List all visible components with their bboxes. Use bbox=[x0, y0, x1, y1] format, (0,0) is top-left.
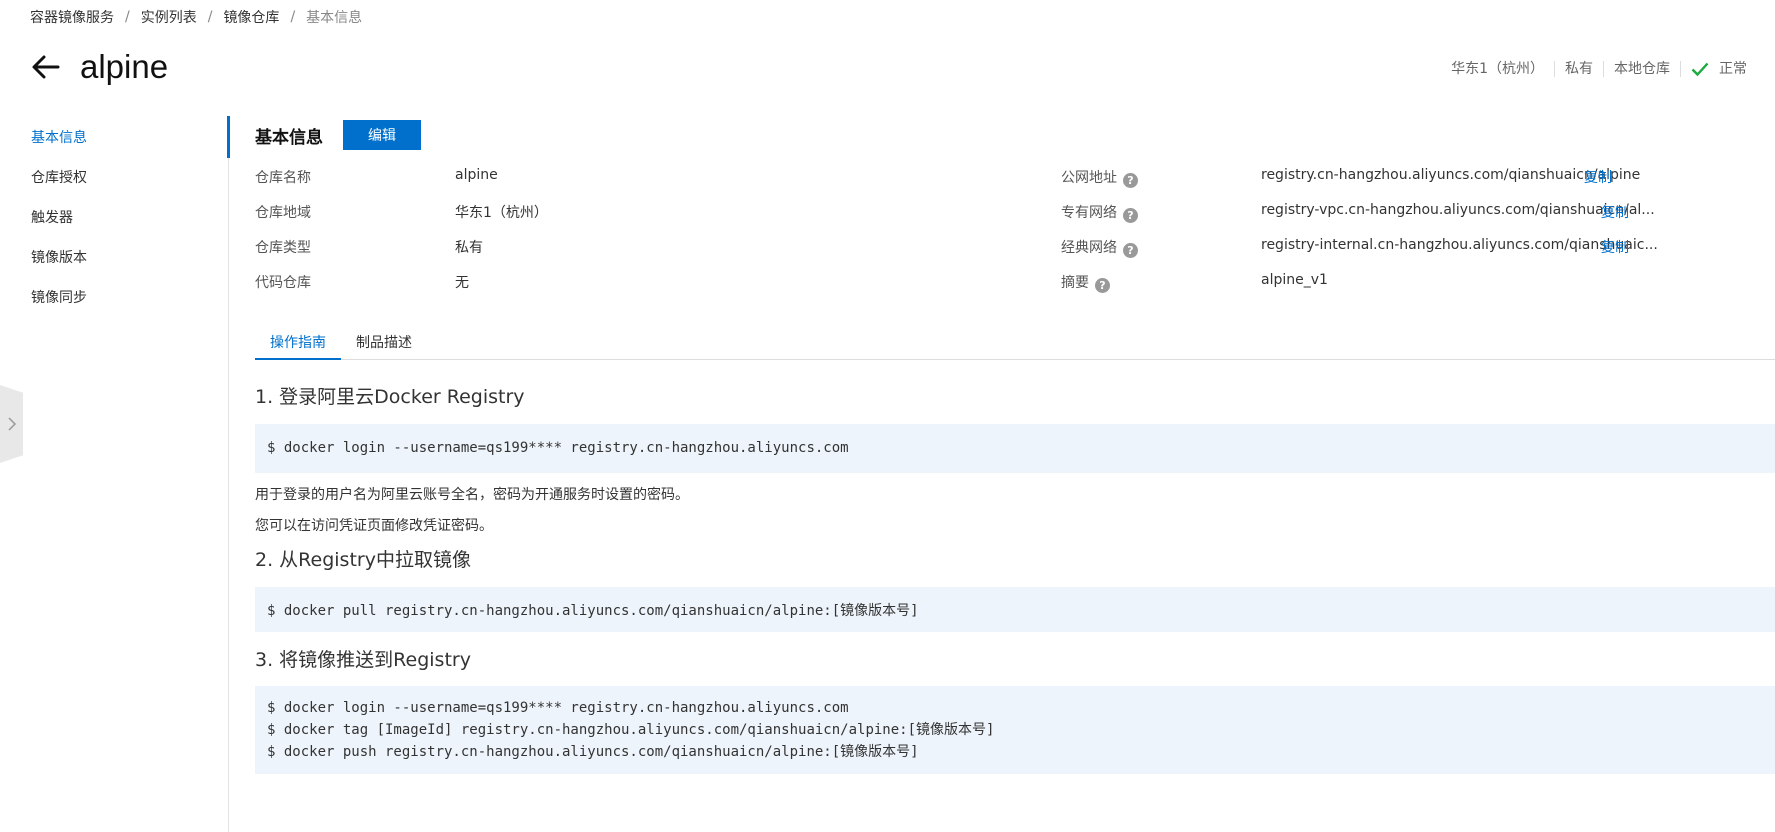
breadcrumb-separator: / bbox=[290, 9, 296, 25]
breadcrumb-instance-list[interactable]: 实例列表 bbox=[141, 7, 197, 27]
copy-public-address-link[interactable]: 复制 bbox=[1584, 167, 1612, 187]
page-title: alpine bbox=[80, 48, 169, 85]
step2-title: 2. 从Registry中拉取镜像 bbox=[255, 549, 471, 571]
status-visibility: 私有 bbox=[1554, 61, 1603, 77]
info-value-repo-type: 私有 bbox=[455, 240, 483, 256]
tab-artifact-description[interactable]: 制品描述 bbox=[341, 330, 427, 360]
info-label-vpc: 专有网络? bbox=[1061, 202, 1138, 223]
info-row: 摘要? alpine_v1 bbox=[1061, 272, 1761, 293]
help-icon[interactable]: ? bbox=[1095, 278, 1110, 293]
chevron-right-icon bbox=[7, 417, 16, 431]
info-value-vpc: registry-vpc.cn-hangzhou.aliyuncs.com/qi… bbox=[1261, 202, 1655, 218]
info-label-text: 经典网络 bbox=[1061, 240, 1117, 256]
help-icon[interactable]: ? bbox=[1123, 243, 1138, 258]
step2-code-block[interactable]: $ docker pull registry.cn-hangzhou.aliyu… bbox=[255, 587, 1775, 632]
sidebar-active-indicator bbox=[227, 116, 230, 158]
step1-code-block[interactable]: $ docker login --username=qs199**** regi… bbox=[255, 424, 1775, 473]
breadcrumb-image-repo[interactable]: 镜像仓库 bbox=[223, 7, 279, 27]
info-label-region: 仓库地域 bbox=[255, 205, 311, 221]
sidebar-item-image-sync[interactable]: 镜像同步 bbox=[0, 278, 228, 318]
section-title: 基本信息 bbox=[255, 127, 323, 148]
info-row: 经典网络? registry-internal.cn-hangzhou.aliy… bbox=[1061, 237, 1761, 258]
status-text: 正常 bbox=[1719, 61, 1747, 77]
info-label-repo-type: 仓库类型 bbox=[255, 240, 311, 256]
info-value-code-repo: 无 bbox=[455, 275, 469, 291]
info-label-text: 摘要 bbox=[1061, 275, 1089, 291]
breadcrumb-current: 基本信息 bbox=[306, 10, 363, 26]
edit-button[interactable]: 编辑 bbox=[343, 120, 421, 150]
sidebar-item-triggers[interactable]: 触发器 bbox=[0, 198, 228, 238]
tab-bar: 操作指南 制品描述 bbox=[255, 330, 1775, 360]
help-icon[interactable]: ? bbox=[1123, 208, 1138, 223]
sidebar-item-repo-auth[interactable]: 仓库授权 bbox=[0, 158, 228, 198]
breadcrumb: 容器镜像服务 / 实例列表 / 镜像仓库 / 基本信息 bbox=[30, 7, 362, 27]
info-label-repo-name: 仓库名称 bbox=[255, 170, 311, 186]
sidebar-divider bbox=[228, 116, 229, 832]
step1-title: 1. 登录阿里云Docker Registry bbox=[255, 386, 525, 408]
status-region: 华东1（杭州） bbox=[1451, 61, 1544, 77]
info-label-text: 专有网络 bbox=[1061, 205, 1117, 221]
check-icon bbox=[1691, 62, 1709, 77]
step1-note-username: 用于登录的用户名为阿里云账号全名，密码为开通服务时设置的密码。 bbox=[255, 487, 689, 503]
info-value-digest: alpine_v1 bbox=[1261, 272, 1328, 288]
info-label-digest: 摘要? bbox=[1061, 272, 1110, 293]
info-label-public-address: 公网地址? bbox=[1061, 167, 1138, 188]
sidebar-collapse-handle[interactable] bbox=[0, 385, 23, 463]
status-badge: 正常 bbox=[1680, 61, 1757, 77]
page-header: alpine bbox=[30, 48, 168, 86]
back-arrow-icon[interactable] bbox=[30, 51, 62, 83]
status-repo-source: 本地仓库 bbox=[1603, 61, 1680, 77]
info-value-repo-name: alpine bbox=[455, 167, 498, 183]
info-row: 公网地址? registry.cn-hangzhou.aliyuncs.com/… bbox=[1061, 167, 1761, 188]
info-value-classic-network: registry-internal.cn-hangzhou.aliyuncs.c… bbox=[1261, 237, 1658, 253]
info-row: 仓库地域 华东1（杭州） bbox=[255, 202, 955, 222]
sidebar-nav: 基本信息 仓库授权 触发器 镜像版本 镜像同步 bbox=[0, 118, 228, 318]
breadcrumb-separator: / bbox=[125, 9, 130, 25]
repo-status-bar: 华东1（杭州） 私有 本地仓库 正常 bbox=[1441, 61, 1757, 77]
step3-title: 3. 将镜像推送到Registry bbox=[255, 649, 471, 671]
breadcrumb-separator: / bbox=[207, 9, 213, 25]
help-icon[interactable]: ? bbox=[1123, 173, 1138, 188]
info-row: 专有网络? registry-vpc.cn-hangzhou.aliyuncs.… bbox=[1061, 202, 1761, 223]
info-label-classic-network: 经典网络? bbox=[1061, 237, 1138, 258]
copy-classic-address-link[interactable]: 复制 bbox=[1601, 237, 1629, 257]
info-label-code-repo: 代码仓库 bbox=[255, 275, 311, 291]
sidebar-item-basic-info[interactable]: 基本信息 bbox=[0, 118, 228, 158]
section-header: 基本信息 编辑 bbox=[255, 120, 1775, 150]
info-label-text: 公网地址 bbox=[1061, 170, 1117, 186]
step1-note-credentials: 您可以在访问凭证页面修改凭证密码。 bbox=[255, 518, 493, 534]
info-value-region: 华东1（杭州） bbox=[455, 205, 548, 221]
step3-code-block[interactable]: $ docker login --username=qs199**** regi… bbox=[255, 686, 1775, 774]
breadcrumb-container-registry[interactable]: 容器镜像服务 bbox=[30, 7, 114, 27]
sidebar-item-image-versions[interactable]: 镜像版本 bbox=[0, 238, 228, 278]
copy-vpc-address-link[interactable]: 复制 bbox=[1601, 202, 1629, 222]
info-row: 仓库名称 alpine bbox=[255, 167, 955, 187]
tab-operation-guide[interactable]: 操作指南 bbox=[255, 330, 341, 360]
main-content: 基本信息 编辑 仓库名称 alpine 仓库地域 华东1（杭州） 仓库类型 私有… bbox=[255, 120, 1775, 774]
info-row: 仓库类型 私有 bbox=[255, 237, 955, 257]
info-row: 代码仓库 无 bbox=[255, 272, 955, 292]
